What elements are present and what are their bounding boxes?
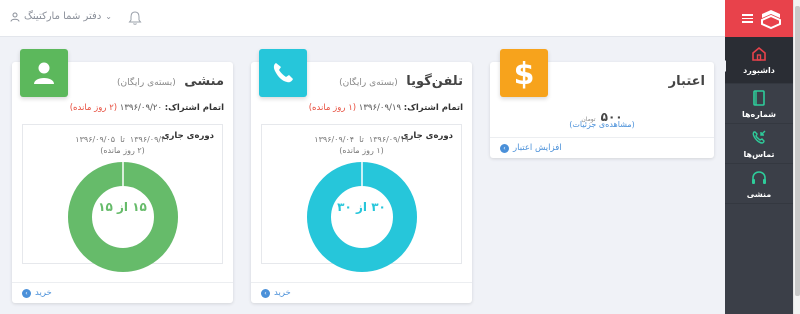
dollar-icon: $ <box>514 57 535 90</box>
home-icon <box>752 46 766 61</box>
book-icon <box>753 89 765 106</box>
logo-bar <box>725 0 793 37</box>
ivr-usage-label: ۳۰ از ۳۰ <box>337 200 386 214</box>
expire-label: اتمام اشتراک: <box>164 103 224 113</box>
ivr-icon-box <box>259 49 307 97</box>
office-label: دفتر شما مارکتینگ <box>23 11 102 22</box>
ivr-expire-line: اتمام اشتراک: ۱۳۹۶/۰۹/۱۹ (۱ روز مانده) <box>309 103 463 113</box>
credit-card: $ اعتبار ۵۰۰ تومان (مشاهده‌ی جزئیات) ‹ ا… <box>490 49 714 158</box>
ivr-card: تلفن‌گویا (بسته‌ی رایگان) اتمام اشتراک: … <box>251 49 472 303</box>
secretary-card: منشی (بسته‌ی رایگان) اتمام اشتراک: ۱۳۹۶/… <box>12 49 233 303</box>
sidebar-item-label: شماره‌ها <box>741 109 777 119</box>
expire-label: اتمام اشتراک: <box>403 103 463 113</box>
period-from: ۱۳۹۶/۰۹/۰۴ <box>314 135 355 144</box>
period-to: ۱۳۹۶/۰۹/۱۹ <box>368 135 409 144</box>
chevron-left-icon: ‹ <box>22 288 31 298</box>
sidebar-item-calls[interactable]: تماس‌ها <box>725 124 793 164</box>
user-icon <box>10 12 20 22</box>
active-caret <box>720 60 726 72</box>
secretary-title-text: منشی <box>184 74 224 89</box>
sidebar-item-label: منشی <box>746 189 772 199</box>
secretary-usage-donut <box>67 162 178 272</box>
ivr-usage-donut <box>306 162 417 272</box>
divider <box>490 137 714 138</box>
secretary-subtitle: (بسته‌ی رایگان) <box>117 78 176 88</box>
sidebar-item-label: تماس‌ها <box>743 149 775 159</box>
ivr-title-text: تلفن‌گویا <box>406 74 463 89</box>
expire-date: ۱۳۹۶/۰۹/۲۰ <box>119 103 163 113</box>
chevron-left-icon: ‹ <box>261 288 270 298</box>
top-bar: ⌄ دفتر شما مارکتینگ <box>0 0 725 37</box>
scrollbar[interactable] <box>793 0 800 314</box>
period-dates: ۱۳۹۶/۰۹/۱۹ تا ۱۳۹۶/۰۹/۰۴ <box>262 135 461 144</box>
divider <box>251 282 472 283</box>
expire-remaining: (۱ روز مانده) <box>308 103 357 113</box>
sidebar-item-secretary[interactable]: منشی <box>725 164 793 204</box>
increase-credit-link[interactable]: ‹ افزایش اعتبار <box>500 143 562 153</box>
secretary-buy-link[interactable]: ‹ خرید <box>22 288 52 298</box>
hamburger-icon[interactable] <box>742 14 753 23</box>
period-remaining: (۲ روز مانده) <box>100 146 145 155</box>
phone-icon <box>273 63 293 83</box>
expire-remaining: (۲ روز مانده) <box>69 103 118 113</box>
phone-incoming-icon <box>752 130 766 144</box>
office-selector[interactable]: ⌄ دفتر شما مارکتینگ <box>10 11 112 22</box>
ivr-buy-link[interactable]: ‹ خرید <box>261 288 291 298</box>
chevron-left-icon: ‹ <box>500 143 509 153</box>
secretary-usage-label: ۱۵ از ۱۵ <box>98 200 147 214</box>
sidebar-item-dashboard[interactable]: داشبورد <box>725 37 793 84</box>
bell-icon[interactable] <box>128 10 142 26</box>
ivr-title: تلفن‌گویا (بسته‌ی رایگان) <box>339 74 463 89</box>
logo-icon <box>761 9 781 29</box>
sidebar: داشبورد شماره‌ها تماس‌ها منشی <box>720 0 793 314</box>
period-to-word: تا <box>120 135 125 144</box>
period-dates: ۱۳۹۶/۰۹/۲۰ تا ۱۳۹۶/۰۹/۰۵ <box>23 135 222 144</box>
credit-icon-box: $ <box>500 49 548 97</box>
secretary-expire-line: اتمام اشتراک: ۱۳۹۶/۰۹/۲۰ (۲ روز مانده) <box>70 103 224 113</box>
secretary-title: منشی (بسته‌ی رایگان) <box>117 74 224 89</box>
headset-icon <box>752 170 766 184</box>
sidebar-item-label: داشبورد <box>743 66 775 75</box>
credit-title: اعتبار <box>668 74 705 89</box>
period-to-word: تا <box>359 135 364 144</box>
period-remaining: (۱ روز مانده) <box>339 146 384 155</box>
secretary-period-box: دوره‌ی جاری ۱۳۹۶/۰۹/۲۰ تا ۱۳۹۶/۰۹/۰۵ (۲ … <box>22 124 223 272</box>
secretary-icon-box <box>20 49 68 97</box>
expire-date: ۱۳۹۶/۰۹/۱۹ <box>358 103 402 113</box>
buy-label: خرید <box>35 288 52 298</box>
increase-credit-label: افزایش اعتبار <box>513 143 562 153</box>
ivr-subtitle: (بسته‌ی رایگان) <box>339 78 398 88</box>
chevron-down-icon: ⌄ <box>105 12 112 21</box>
buy-label: خرید <box>274 288 291 298</box>
sidebar-item-numbers[interactable]: شماره‌ها <box>725 84 793 124</box>
person-icon <box>34 62 54 84</box>
divider <box>12 282 233 283</box>
period-to: ۱۳۹۶/۰۹/۲۰ <box>129 135 170 144</box>
credit-details-link[interactable]: (مشاهده‌ی جزئیات) <box>490 120 714 129</box>
period-from: ۱۳۹۶/۰۹/۰۵ <box>75 135 116 144</box>
svg-text:$: $ <box>514 57 535 90</box>
ivr-period-box: دوره‌ی جاری ۱۳۹۶/۰۹/۱۹ تا ۱۳۹۶/۰۹/۰۴ (۱ … <box>261 124 462 272</box>
